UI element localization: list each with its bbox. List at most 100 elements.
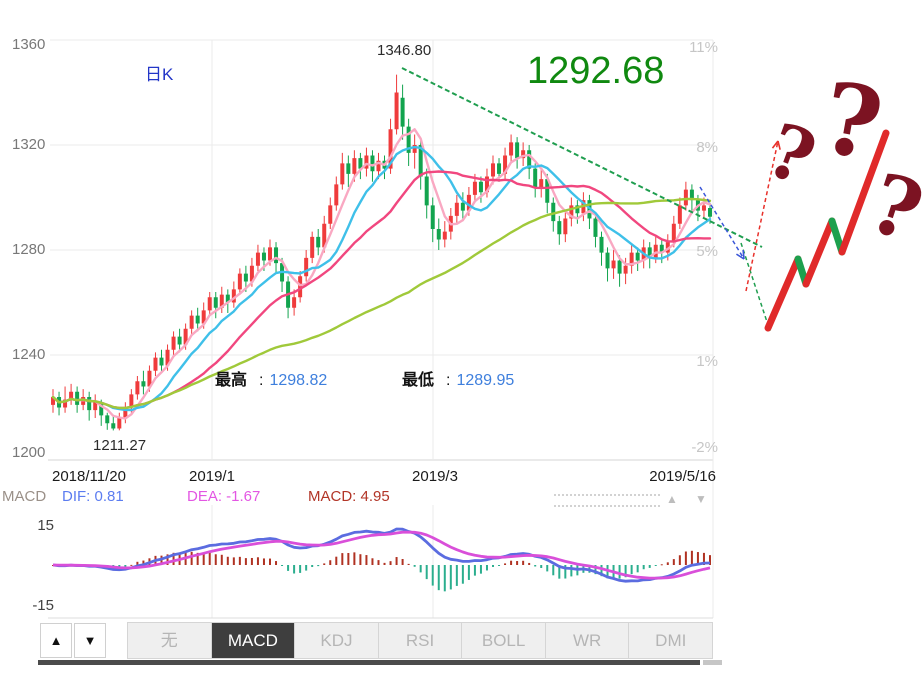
tab-rsi[interactable]: RSI bbox=[379, 623, 463, 658]
candle-body bbox=[159, 357, 164, 366]
candle-body bbox=[334, 184, 339, 206]
macd-hist-bar bbox=[329, 560, 332, 565]
candle-body bbox=[472, 181, 477, 195]
scroll-up-button[interactable]: ▲ bbox=[40, 623, 72, 658]
price-tick: 1320 bbox=[12, 136, 46, 153]
pane-down-icon[interactable]: ▼ bbox=[695, 492, 707, 506]
tab-kdj[interactable]: KDJ bbox=[295, 623, 379, 658]
macd-hist-bar bbox=[401, 559, 404, 565]
candle-body bbox=[274, 247, 279, 264]
candle-body bbox=[171, 336, 176, 350]
tab-wr[interactable]: WR bbox=[546, 623, 630, 658]
macd-hist-bar bbox=[371, 558, 374, 565]
price-tick: 1280 bbox=[12, 241, 46, 258]
macd-hist-bar bbox=[449, 565, 452, 590]
candle-body bbox=[478, 181, 483, 193]
candle-body bbox=[436, 229, 441, 240]
scroll-down-button[interactable]: ▼ bbox=[74, 623, 106, 658]
tabbar-scrollbar[interactable] bbox=[38, 660, 700, 665]
candle-body bbox=[593, 218, 598, 237]
candle-body bbox=[460, 202, 465, 211]
candle-body bbox=[400, 97, 405, 127]
macd-hist-bar bbox=[636, 565, 639, 573]
candle-body bbox=[635, 252, 640, 261]
candle-body bbox=[509, 142, 514, 156]
tab-none[interactable]: 无 bbox=[128, 623, 212, 658]
candle-body bbox=[255, 252, 260, 266]
dif-value: DIF: 0.81 bbox=[62, 488, 124, 505]
candle-body bbox=[430, 205, 435, 229]
colon: : bbox=[446, 372, 451, 389]
candle-body bbox=[261, 252, 266, 261]
question-mark-1: ? bbox=[756, 107, 826, 203]
macd-hist-bar bbox=[630, 565, 633, 575]
kline-type-label: 日K bbox=[145, 65, 174, 84]
macd-hist-bar bbox=[654, 565, 657, 566]
macd-hist-bar bbox=[323, 563, 326, 565]
candle-body bbox=[346, 163, 351, 174]
macd-value: MACD: 4.95 bbox=[308, 488, 390, 505]
candle-body bbox=[563, 218, 568, 235]
candle-body bbox=[87, 397, 92, 411]
pane-resize-handle[interactable] bbox=[554, 494, 660, 507]
macd-hist-bar bbox=[570, 565, 573, 577]
low-price-label: 1211.27 bbox=[93, 437, 147, 454]
macd-scale-bottom: -15 bbox=[32, 597, 54, 614]
macd-hist-bar bbox=[467, 565, 470, 580]
candle-body bbox=[141, 381, 146, 387]
pct-tick: -2% bbox=[691, 439, 718, 456]
candle-body bbox=[237, 273, 242, 290]
macd-hist-bar bbox=[660, 564, 663, 566]
tab-macd[interactable]: MACD bbox=[211, 623, 296, 658]
candle-body bbox=[304, 257, 309, 277]
candle-body bbox=[605, 252, 610, 269]
macd-panel-title: MACD bbox=[2, 488, 47, 505]
indicator-tabbar: ▲ ▼ 无 MACD KDJ RSI BOLL WR DMI bbox=[0, 622, 924, 660]
candle-body bbox=[352, 158, 357, 174]
candle-body bbox=[611, 260, 616, 269]
date-tick: 2019/5/16 bbox=[649, 468, 716, 485]
session-low-value: 1289.95 bbox=[456, 372, 515, 389]
candle-body bbox=[117, 418, 122, 429]
pct-tick: 8% bbox=[696, 139, 718, 156]
pct-tick: 5% bbox=[696, 243, 718, 260]
candle-body bbox=[533, 168, 538, 187]
tab-dmi[interactable]: DMI bbox=[629, 623, 712, 658]
macd-hist-bar bbox=[528, 562, 531, 565]
candle-body bbox=[310, 236, 315, 258]
macd-hist-bar bbox=[347, 552, 350, 565]
projected-rally-zigzag bbox=[802, 217, 836, 288]
price-chart-canvas[interactable]: ??? bbox=[0, 0, 924, 684]
pct-tick: 1% bbox=[696, 353, 718, 370]
candle-body bbox=[701, 205, 706, 211]
macd-hist-bar bbox=[232, 557, 235, 565]
arrowhead bbox=[742, 249, 745, 260]
macd-hist-bar bbox=[485, 565, 488, 571]
candle-body bbox=[177, 336, 182, 345]
dea-line bbox=[52, 530, 711, 580]
session-high-value: 1298.82 bbox=[269, 372, 328, 389]
macd-hist-bar bbox=[666, 562, 669, 565]
candle-body bbox=[153, 357, 158, 371]
macd-hist-bar bbox=[214, 554, 217, 565]
macd-hist-bar bbox=[546, 565, 549, 572]
macd-hist-bar bbox=[262, 558, 265, 565]
macd-hist-bar bbox=[395, 557, 398, 565]
candle-body bbox=[683, 189, 688, 206]
projected-rally-zigzag bbox=[764, 255, 802, 332]
tab-boll[interactable]: BOLL bbox=[462, 623, 546, 658]
macd-hist-bar bbox=[455, 565, 458, 586]
macd-hist-bar bbox=[226, 556, 229, 565]
macd-hist-bar bbox=[341, 553, 344, 565]
candle-body bbox=[75, 391, 80, 405]
macd-hist-bar bbox=[473, 565, 476, 576]
candle-body bbox=[653, 244, 658, 258]
candle-body bbox=[340, 163, 345, 185]
pane-up-icon[interactable]: ▲ bbox=[666, 492, 678, 506]
macd-hist-bar bbox=[431, 565, 434, 586]
tabbar-scrollbar-nub[interactable] bbox=[703, 660, 722, 665]
candle-body bbox=[213, 297, 218, 308]
price-tick: 1240 bbox=[12, 346, 46, 363]
macd-hist-bar bbox=[275, 561, 278, 565]
macd-hist-bar bbox=[220, 554, 223, 565]
